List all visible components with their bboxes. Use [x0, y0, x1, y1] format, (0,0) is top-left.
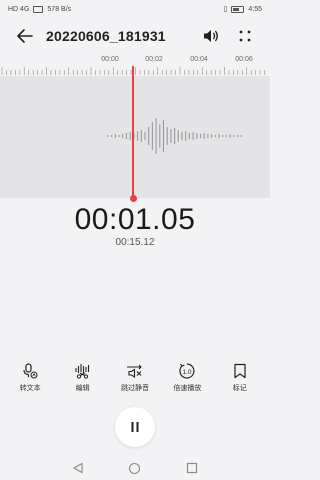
battery-icon: [231, 5, 245, 13]
volume-button[interactable]: [200, 25, 222, 47]
pause-button[interactable]: [115, 407, 155, 447]
nav-back-icon[interactable]: [72, 462, 84, 474]
total-duration: 00:15.12: [115, 237, 155, 248]
timeline-label: 00:04: [190, 56, 208, 63]
status-left: HD 4G 578 B/s: [8, 5, 72, 13]
more-icon: [239, 30, 251, 42]
skip-silence-icon: [126, 362, 144, 380]
network-label: HD 4G: [8, 5, 30, 13]
status-time: 4:55: [248, 5, 262, 13]
back-button[interactable]: [14, 25, 36, 47]
waveform-area[interactable]: [0, 76, 270, 198]
edit-wave-icon: [74, 362, 92, 380]
recording-title: 20220606_181931: [46, 28, 166, 44]
vibrate-icon: ▯: [223, 6, 228, 13]
top-bar: 20220606_181931: [0, 22, 270, 50]
bookmark-button[interactable]: 标记: [215, 362, 265, 394]
status-right: ▯ 4:55: [224, 5, 262, 13]
playhead-line[interactable]: [132, 66, 134, 198]
network-speed: 578 B/s: [47, 5, 72, 13]
speed-1x-icon: 1.0: [178, 362, 196, 380]
tool-label: 转文本: [19, 385, 41, 392]
tool-label: 倍速播放: [173, 385, 202, 392]
skip-silence-button[interactable]: 跳过静音: [110, 362, 160, 394]
timeline-label: 00:00: [101, 56, 119, 63]
volume-icon: [204, 30, 218, 42]
pause-icon: [131, 422, 139, 432]
speech-to-text-button[interactable]: 转文本: [5, 362, 55, 394]
playback-speed-button[interactable]: 1.0 倍速播放: [162, 362, 212, 394]
action-toolbar: 转文本 编辑 跳过静音 1.0 倍速播放 标记: [0, 362, 270, 394]
playhead-handle[interactable]: [129, 195, 137, 202]
bookmark-icon: [231, 362, 249, 380]
nav-home-icon[interactable]: [128, 462, 141, 475]
edit-button[interactable]: 编辑: [58, 362, 108, 394]
speech-to-text-icon: [21, 362, 39, 380]
current-time: 00:01.05: [74, 203, 196, 236]
tool-label: 标记: [232, 385, 247, 392]
more-button[interactable]: [234, 25, 256, 47]
tool-label: 跳过静音: [120, 385, 149, 392]
timeline-ruler[interactable]: 00:00 00:02 00:04 00:06: [0, 54, 270, 76]
tool-label: 编辑: [75, 385, 90, 392]
timeline-ticks: [1, 67, 265, 75]
timeline-label: 00:06: [235, 56, 253, 63]
system-nav-bar: [0, 456, 270, 480]
back-arrow-icon: [17, 29, 33, 43]
nav-recents-icon[interactable]: [186, 462, 198, 474]
signal-icon: [33, 5, 44, 13]
svg-text:1.0: 1.0: [183, 369, 192, 376]
waveform: [107, 118, 242, 154]
timeline-label: 00:02: [145, 56, 163, 63]
status-bar: HD 4G 578 B/s ▯ 4:55: [0, 0, 270, 18]
